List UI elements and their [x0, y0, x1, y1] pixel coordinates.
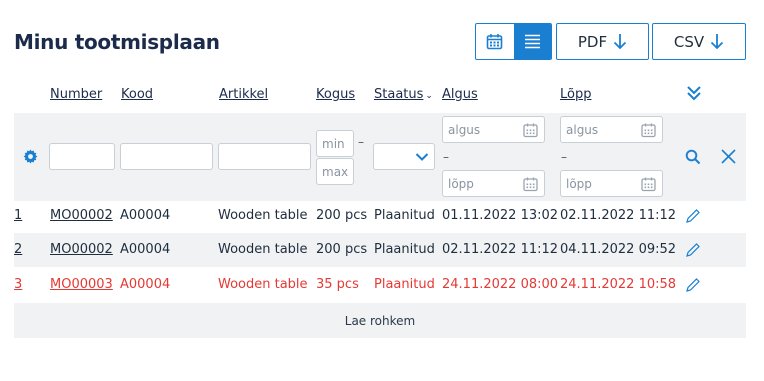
column-header-kood[interactable]: Kood	[121, 87, 153, 102]
number-filter-input[interactable]	[49, 143, 115, 170]
page-title: Minu tootmisplaan	[14, 30, 220, 54]
gear-icon[interactable]	[23, 149, 38, 164]
calendar-view-button[interactable]	[476, 24, 514, 59]
row-index-link[interactable]: 1	[14, 208, 22, 223]
kood-filter-input[interactable]	[120, 143, 213, 170]
row-artikkel: Wooden table	[218, 208, 308, 223]
table-row: 2 MO00002 A00004 Wooden table 200 pcs Pl…	[14, 233, 746, 267]
row-number-link[interactable]: MO00002	[50, 208, 113, 223]
list-view-button[interactable]	[513, 24, 551, 59]
row-number-link[interactable]: MO00002	[50, 242, 113, 257]
algus-to-input[interactable]: lõpp	[442, 170, 545, 197]
load-more-button[interactable]: Lae rohkem	[14, 303, 746, 338]
column-header-staatus[interactable]: Staatus ⌄	[374, 87, 433, 102]
edit-pencil-icon[interactable]	[685, 242, 701, 258]
algus-to-placeholder: lõpp	[448, 176, 474, 191]
lopp-from-placeholder: algus	[566, 122, 599, 137]
chevron-down-icon: ⌄	[425, 91, 433, 101]
row-kogus: 200 pcs	[316, 208, 368, 223]
column-header-algus[interactable]: Algus	[442, 87, 478, 102]
algus-from-placeholder: algus	[448, 122, 481, 137]
list-icon	[524, 34, 540, 49]
chevron-down-icon	[415, 153, 429, 161]
view-toggle	[475, 23, 552, 60]
calendar-icon[interactable]	[641, 176, 656, 191]
edit-pencil-icon[interactable]	[685, 208, 701, 224]
staatus-label: Staatus	[374, 87, 424, 102]
pdf-label: PDF	[577, 32, 608, 51]
calendar-icon[interactable]	[641, 122, 656, 137]
row-index-link[interactable]: 2	[14, 242, 22, 257]
close-icon[interactable]	[720, 148, 737, 165]
kogus-min-placeholder: min	[322, 136, 345, 151]
lopp-to-placeholder: lõpp	[566, 176, 592, 191]
algus-range-dash: –	[443, 150, 449, 164]
kogus-max-input[interactable]: max	[316, 158, 354, 185]
column-header-artikkel[interactable]: Artikkel	[219, 87, 268, 102]
row-index-link[interactable]: 3	[14, 277, 22, 292]
row-algus: 01.11.2022 13:02	[442, 208, 559, 223]
export-csv-button[interactable]: CSV	[652, 23, 746, 60]
row-algus: 02.11.2022 11:12	[442, 242, 559, 257]
search-icon[interactable]	[685, 149, 701, 165]
column-header-number[interactable]: Number	[50, 87, 102, 102]
column-header-kogus[interactable]: Kogus	[316, 87, 355, 102]
calendar-icon	[486, 34, 503, 50]
table-row: 3 MO00003 A00004 Wooden table 35 pcs Pla…	[14, 268, 746, 302]
csv-label: CSV	[673, 32, 705, 51]
edit-pencil-icon[interactable]	[685, 277, 701, 293]
lopp-range-dash: –	[561, 150, 567, 164]
row-kogus: 200 pcs	[316, 242, 368, 257]
row-artikkel: Wooden table	[218, 277, 308, 292]
column-header-lopp[interactable]: Lõpp	[560, 87, 591, 102]
staatus-filter-select[interactable]	[373, 143, 435, 170]
row-staatus: Plaanitud	[374, 277, 435, 292]
kogus-max-placeholder: max	[322, 164, 349, 179]
export-pdf-button[interactable]: PDF	[556, 23, 649, 60]
row-kood: A00004	[120, 208, 171, 223]
arrow-down-icon	[710, 34, 724, 50]
algus-from-input[interactable]: algus	[442, 116, 545, 143]
arrow-down-icon	[613, 34, 627, 50]
calendar-icon[interactable]	[523, 122, 538, 137]
row-artikkel: Wooden table	[218, 242, 308, 257]
row-staatus: Plaanitud	[374, 208, 435, 223]
expand-all-icon[interactable]	[686, 84, 702, 102]
row-staatus: Plaanitud	[374, 242, 435, 257]
artikkel-filter-input[interactable]	[218, 143, 311, 170]
row-lopp: 02.11.2022 11:12	[560, 208, 677, 223]
row-lopp: 04.11.2022 09:52	[560, 242, 677, 257]
row-kood: A00004	[120, 277, 171, 292]
table-row: 1 MO00002 A00004 Wooden table 200 pcs Pl…	[14, 199, 746, 233]
lopp-to-input[interactable]: lõpp	[560, 170, 663, 197]
row-kogus: 35 pcs	[316, 277, 359, 292]
row-kood: A00004	[120, 242, 171, 257]
calendar-icon[interactable]	[523, 176, 538, 191]
row-number-link[interactable]: MO00003	[50, 277, 113, 292]
lopp-from-input[interactable]: algus	[560, 116, 663, 143]
kogus-range-dash: –	[358, 135, 364, 149]
kogus-min-input[interactable]: min	[316, 130, 354, 157]
row-lopp: 24.11.2022 10:58	[560, 277, 677, 292]
row-algus: 24.11.2022 08:00	[442, 277, 559, 292]
